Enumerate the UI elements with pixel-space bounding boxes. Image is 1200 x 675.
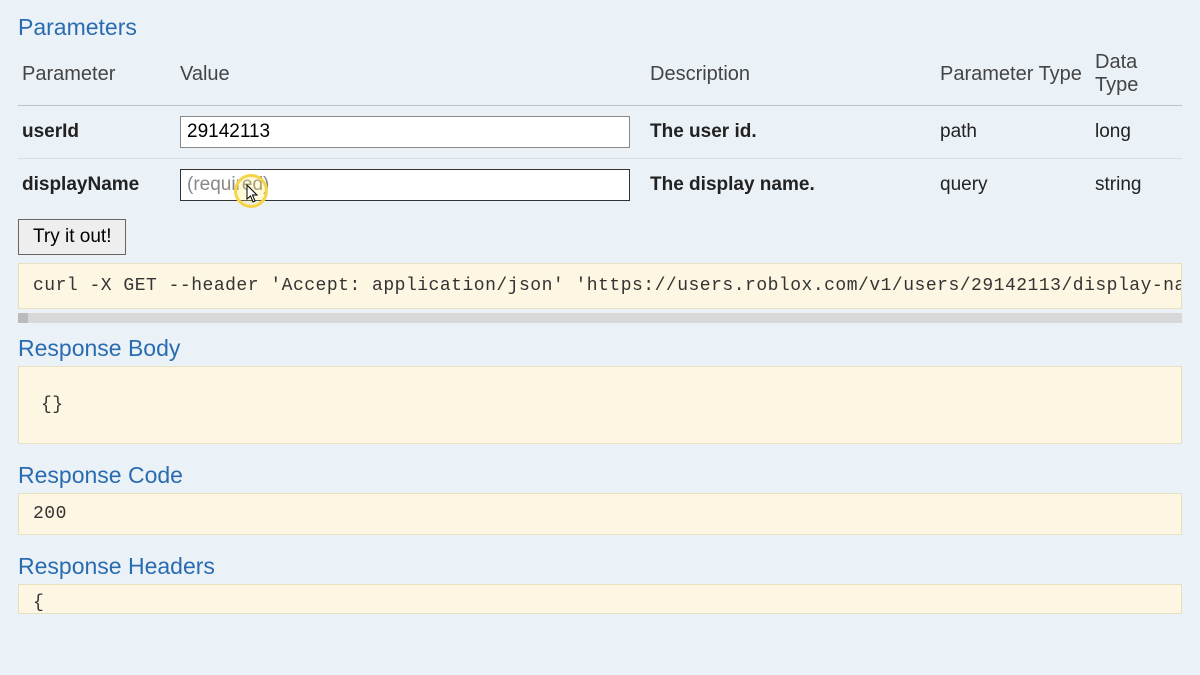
param-datatype: string xyxy=(1091,159,1182,212)
param-datatype: long xyxy=(1091,106,1182,159)
response-headers-heading: Response Headers xyxy=(18,553,1182,580)
param-name: userId xyxy=(18,106,176,159)
col-header-description: Description xyxy=(646,45,936,106)
response-code-heading: Response Code xyxy=(18,462,1182,489)
col-header-value: Value xyxy=(176,45,646,106)
curl-command-block: curl -X GET --header 'Accept: applicatio… xyxy=(18,263,1182,309)
table-row: userId The user id. path long xyxy=(18,106,1182,159)
table-row: displayName The display name. query stri… xyxy=(18,159,1182,212)
response-body-block: {} xyxy=(18,366,1182,444)
parameters-heading: Parameters xyxy=(18,14,1182,41)
scrollbar-thumb[interactable] xyxy=(18,313,28,323)
param-description: The user id. xyxy=(646,106,936,159)
response-headers-block: { xyxy=(18,584,1182,614)
col-header-parameter-type: Parameter Type xyxy=(936,45,1091,106)
userid-input[interactable] xyxy=(180,116,630,148)
param-type: path xyxy=(936,106,1091,159)
try-it-out-button[interactable]: Try it out! xyxy=(18,219,126,255)
param-description: The display name. xyxy=(646,159,936,212)
response-body-heading: Response Body xyxy=(18,335,1182,362)
param-name: displayName xyxy=(18,159,176,212)
col-header-data-type: Data Type xyxy=(1091,45,1182,106)
displayname-input[interactable] xyxy=(180,169,630,201)
parameters-table: Parameter Value Description Parameter Ty… xyxy=(18,45,1182,211)
response-code-block: 200 xyxy=(18,493,1182,535)
col-header-parameter: Parameter xyxy=(18,45,176,106)
param-type: query xyxy=(936,159,1091,212)
horizontal-scrollbar[interactable] xyxy=(18,313,1182,323)
